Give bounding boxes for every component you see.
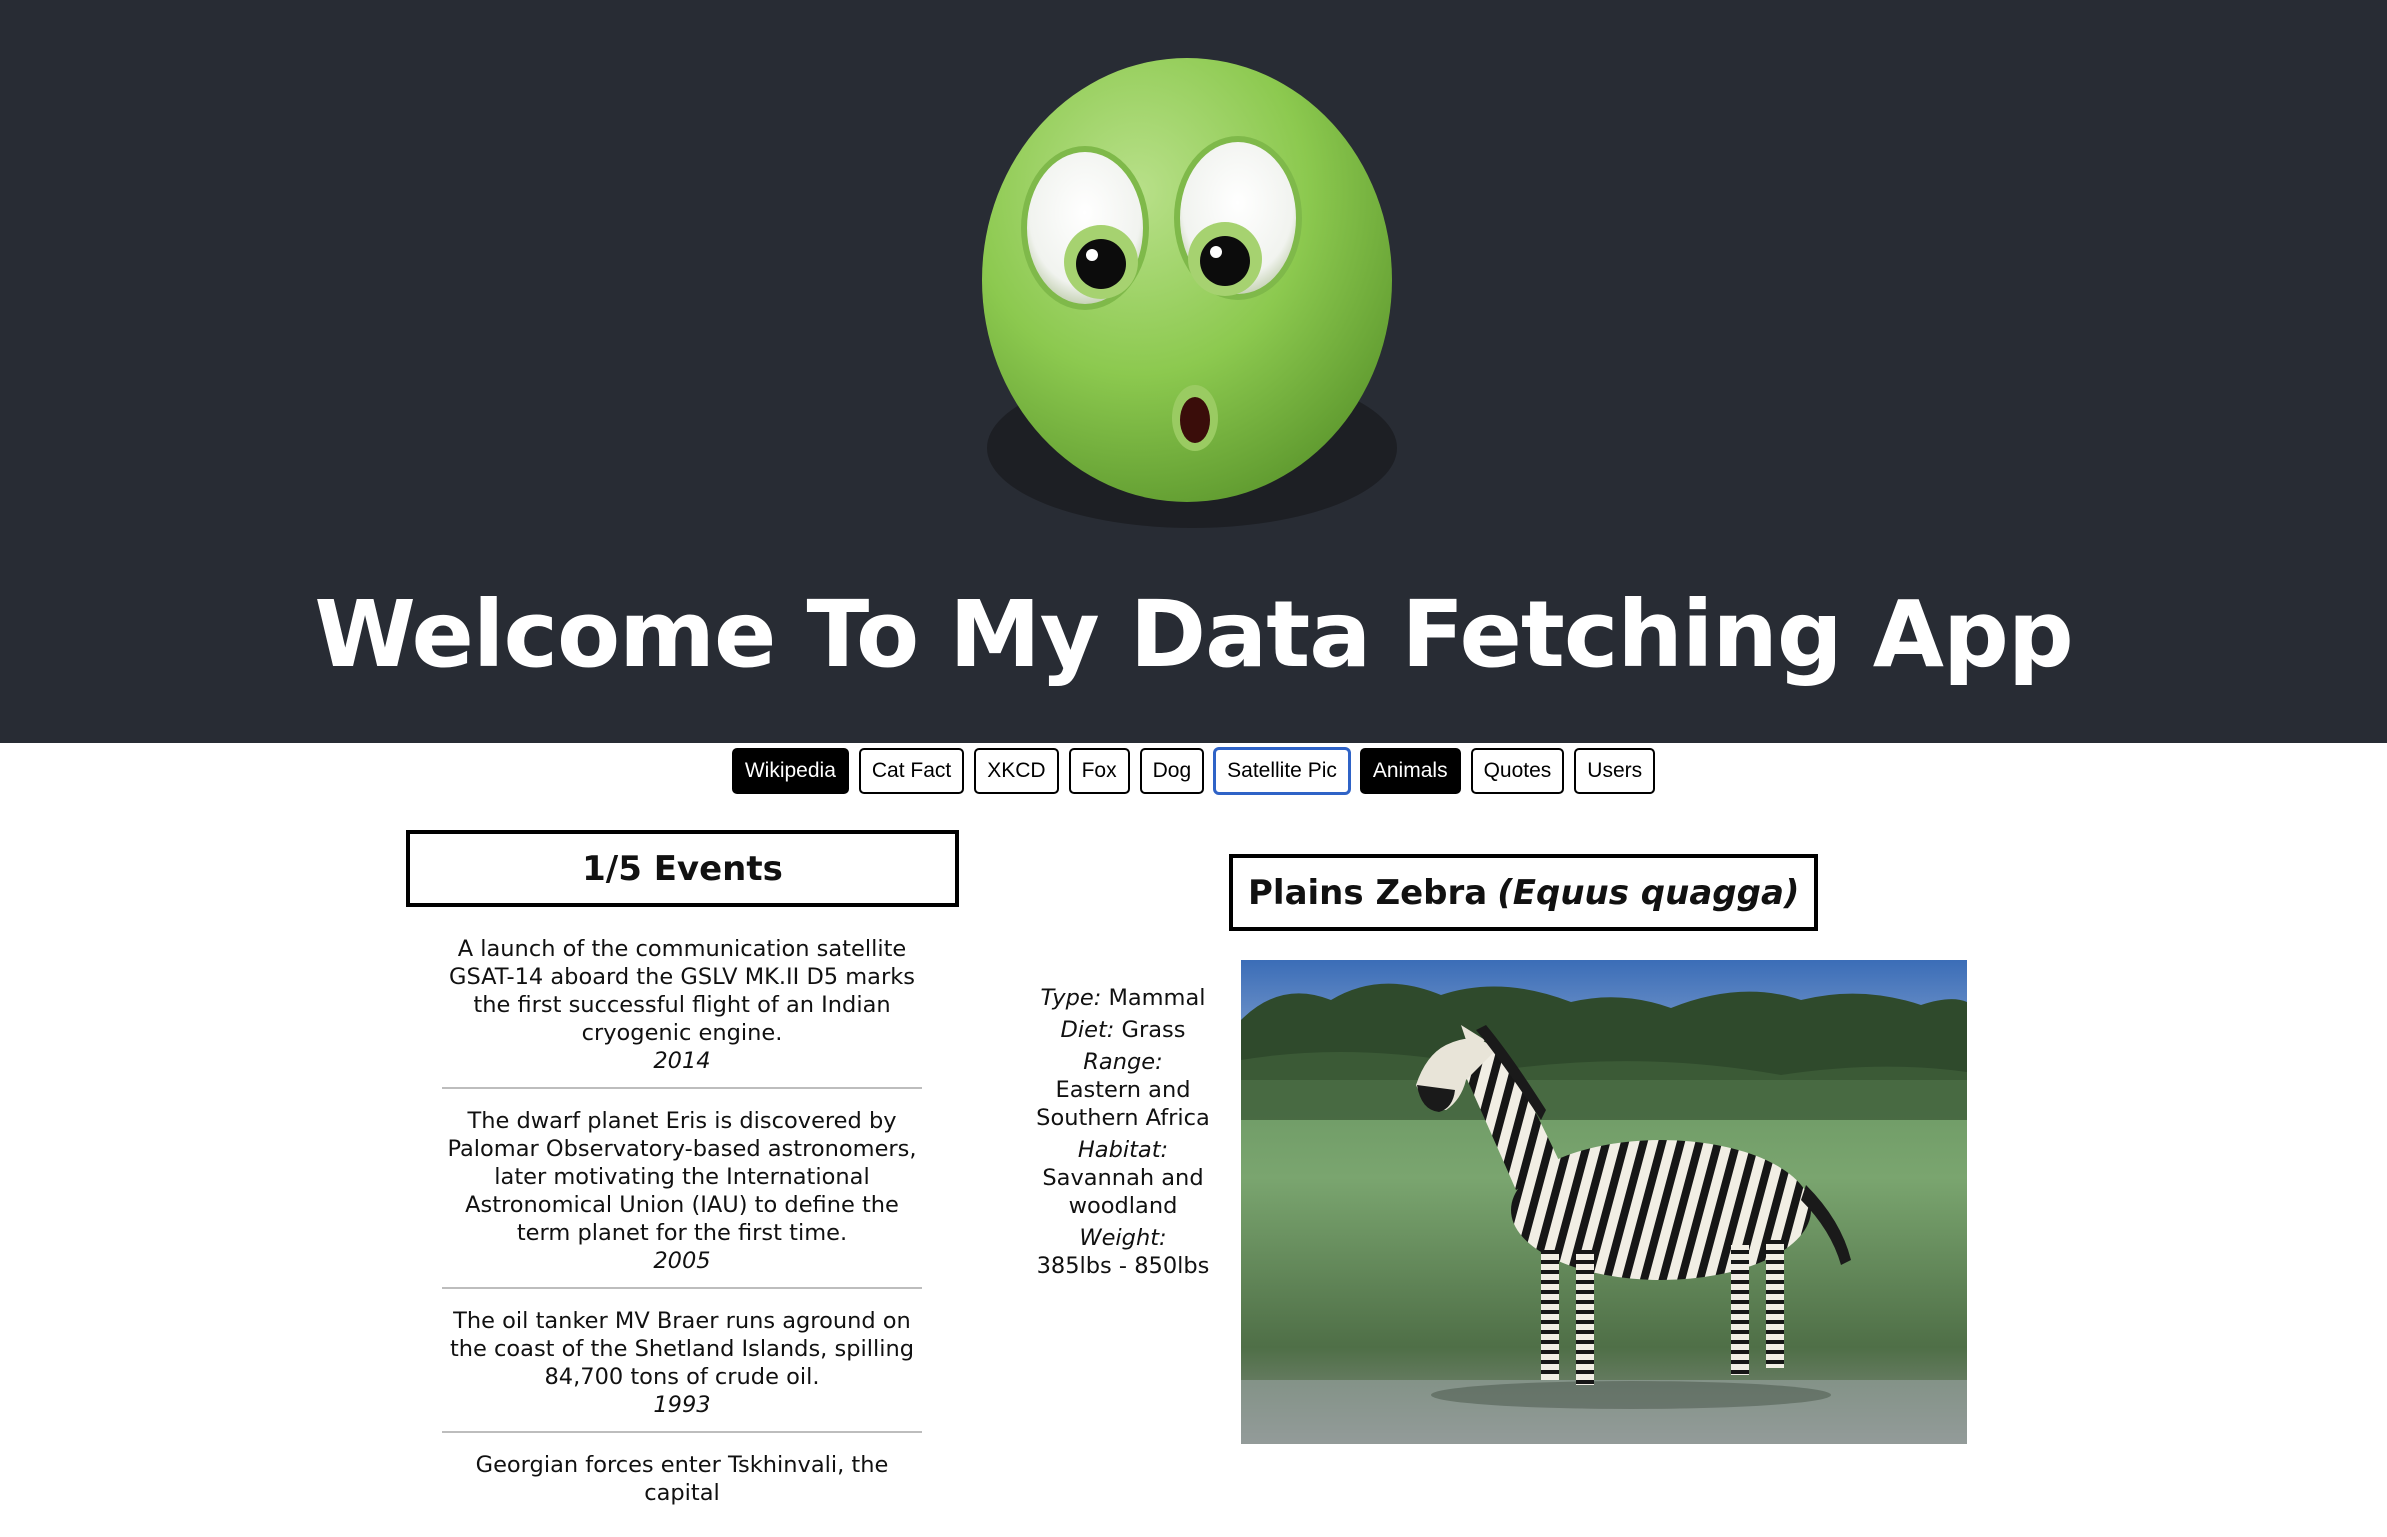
xkcd-button[interactable]: XKCD	[974, 748, 1059, 794]
fact-range: Range: Eastern and Southern Africa	[1030, 1048, 1216, 1132]
fact-value: 385lbs - 850lbs	[1036, 1253, 1210, 1279]
fact-label: Weight:	[1079, 1225, 1167, 1251]
green-surprised-face-icon	[982, 58, 1397, 528]
event-year: 2014	[653, 1048, 711, 1074]
fact-diet: Diet: Grass	[1030, 1016, 1216, 1044]
quotes-button[interactable]: Quotes	[1470, 748, 1565, 794]
event-text: The dwarf planet Eris is discovered by P…	[447, 1108, 917, 1246]
event-year: 1993	[653, 1392, 711, 1418]
event-item: The dwarf planet Eris is discovered by P…	[442, 1107, 922, 1289]
event-text: A launch of the communication satellite …	[449, 936, 915, 1046]
cat-fact-button[interactable]: Cat Fact	[858, 748, 965, 794]
fact-value: Grass	[1121, 1017, 1186, 1043]
fact-type: Type: Mammal	[1030, 984, 1216, 1012]
fact-label: Diet:	[1060, 1017, 1115, 1043]
event-item: Georgian forces enter Tskhinvali, the ca…	[442, 1451, 922, 1519]
event-item: A launch of the communication satellite …	[442, 935, 922, 1089]
fact-value: Eastern and Southern Africa	[1036, 1077, 1210, 1131]
fact-label: Habitat:	[1077, 1137, 1169, 1163]
animals-button[interactable]: Animals	[1359, 748, 1461, 794]
fact-label: Type:	[1040, 985, 1102, 1011]
nav-bar: Wikipedia Cat Fact XKCD Fox Dog Satellit…	[0, 748, 2387, 794]
fact-value: Mammal	[1108, 985, 1206, 1011]
event-list: A launch of the communication satellite …	[442, 935, 922, 1519]
satellite-pic-button[interactable]: Satellite Pic	[1214, 748, 1350, 794]
app-header: Welcome To My Data Fetching App	[0, 0, 2387, 743]
dog-button[interactable]: Dog	[1139, 748, 1205, 794]
fact-weight: Weight: 385lbs - 850lbs	[1030, 1224, 1216, 1280]
event-item: The oil tanker MV Braer runs aground on …	[442, 1307, 922, 1433]
events-panel: 1/5 Events A launch of the communication…	[406, 830, 959, 1537]
animal-facts: Type: Mammal Diet: Grass Range: Eastern …	[1030, 984, 1216, 1284]
events-title: 1/5 Events	[406, 830, 959, 907]
fact-habitat: Habitat: Savannah and woodland	[1030, 1136, 1216, 1220]
page-title: Welcome To My Data Fetching App	[314, 581, 2073, 688]
event-text: Georgian forces enter Tskhinvali, the ca…	[475, 1452, 889, 1506]
zebra-photo	[1241, 960, 1967, 1444]
fact-label: Range:	[1083, 1049, 1163, 1075]
animal-common-name: Plains Zebra	[1248, 872, 1488, 913]
event-text: The oil tanker MV Braer runs aground on …	[449, 1308, 915, 1390]
event-year: 2005	[653, 1248, 711, 1274]
fact-value: Savannah and woodland	[1042, 1165, 1204, 1219]
users-button[interactable]: Users	[1574, 748, 1656, 794]
animal-scientific-name: (Equus quagga)	[1497, 872, 1800, 913]
wikipedia-button[interactable]: Wikipedia	[731, 748, 849, 794]
animal-title: Plains Zebra (Equus quagga)	[1229, 854, 1819, 931]
fox-button[interactable]: Fox	[1068, 748, 1130, 794]
